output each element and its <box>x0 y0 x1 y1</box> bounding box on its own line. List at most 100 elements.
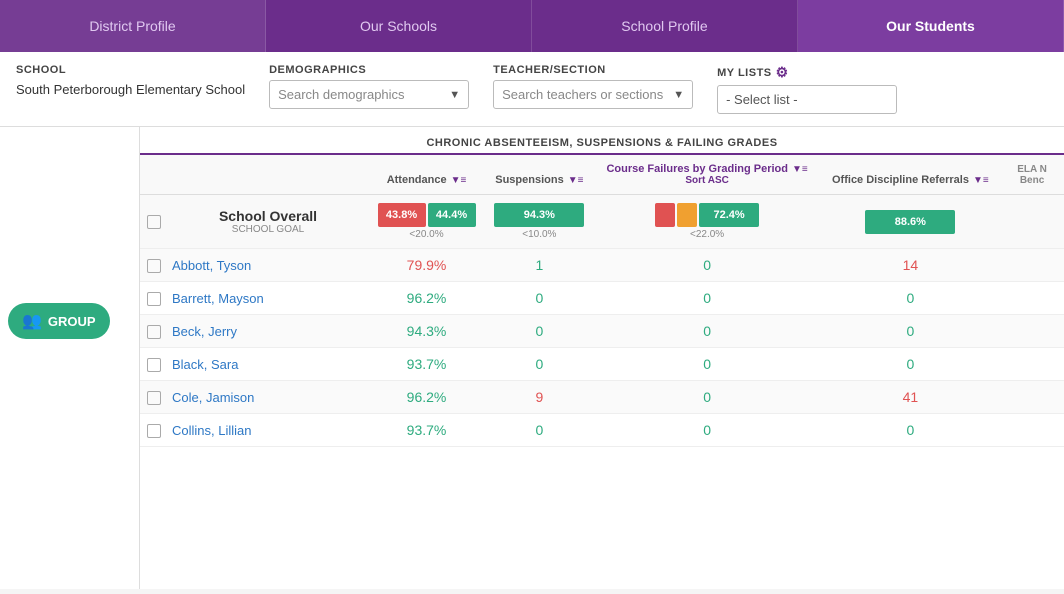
student-ela-cell <box>1000 282 1064 315</box>
school-overall-row: School Overall SCHOOL GOAL 43.8% 44.4% <… <box>140 195 1064 249</box>
student-cf-val: 0 <box>703 323 711 339</box>
student-cf-val: 0 <box>703 257 711 273</box>
student-attendance-cell: 79.9% <box>368 249 485 282</box>
attendance-filter-icon[interactable]: ▼≡ <box>451 175 467 186</box>
student-suspensions-val: 0 <box>535 290 543 306</box>
table-row: Beck, Jerry 94.3% 0 0 0 <box>140 315 1064 348</box>
demographics-select[interactable]: Search demographics ▼ <box>269 80 469 109</box>
student-office-val: 0 <box>906 290 914 306</box>
demographics-arrow-icon: ▼ <box>449 89 460 101</box>
table-row: Cole, Jamison 96.2% 9 0 41 <box>140 381 1064 414</box>
overall-sus-below: <10.0% <box>491 229 588 240</box>
section-header: CHRONIC ABSENTEEISM, SUSPENSIONS & FAILI… <box>140 127 1064 155</box>
student-cf-val: 0 <box>703 290 711 306</box>
student-name-cell[interactable]: Abbott, Tyson <box>168 249 368 282</box>
overall-cf-bar2 <box>677 203 697 227</box>
student-office-cell: 0 <box>821 414 1001 447</box>
sort-asc-label[interactable]: Sort ASC <box>600 175 815 186</box>
student-name-cell[interactable]: Collins, Lillian <box>168 414 368 447</box>
nav-item-school-profile[interactable]: School Profile <box>532 0 798 52</box>
student-suspensions-val: 1 <box>535 257 543 273</box>
gear-icon[interactable]: ⚙ <box>776 64 789 81</box>
nav-item-district-profile[interactable]: District Profile <box>0 0 266 52</box>
student-suspensions-cell: 0 <box>485 315 594 348</box>
student-attendance-cell: 93.7% <box>368 414 485 447</box>
col-course-failures: Course Failures by Grading Period ▼≡ Sor… <box>594 155 821 195</box>
overall-name: School Overall <box>174 208 362 224</box>
student-name-cell[interactable]: Black, Sara <box>168 348 368 381</box>
mylists-label: MY LISTS <box>717 67 772 79</box>
student-attendance-cell: 94.3% <box>368 315 485 348</box>
teacher-arrow-icon: ▼ <box>673 89 684 101</box>
demographics-filter-group: DEMOGRAPHICS Search demographics ▼ <box>269 64 469 109</box>
nav-item-our-schools[interactable]: Our Schools <box>266 0 532 52</box>
student-name-cell[interactable]: Barrett, Mayson <box>168 282 368 315</box>
overall-att-below: <20.0% <box>374 229 479 240</box>
teacher-filter-group: TEACHER/SECTION Search teachers or secti… <box>493 64 693 109</box>
overall-course-failures-cell: 72.4% <22.0% <box>594 195 821 249</box>
student-checkbox-5[interactable] <box>147 424 161 438</box>
student-course-failures-cell: 0 <box>594 315 821 348</box>
overall-checkbox[interactable] <box>147 215 161 229</box>
students-table: Attendance ▼≡ Suspensions ▼≡ Course Fail… <box>140 155 1064 447</box>
student-course-failures-cell: 0 <box>594 414 821 447</box>
student-checkbox-cell <box>140 348 168 381</box>
col-suspensions: Suspensions ▼≡ <box>485 155 594 195</box>
student-suspensions-cell: 1 <box>485 249 594 282</box>
overall-att-bar1: 43.8% <box>378 203 426 227</box>
student-suspensions-val: 0 <box>535 422 543 438</box>
overall-ela-cell <box>1000 195 1064 249</box>
student-checkbox-3[interactable] <box>147 358 161 372</box>
main-nav: District ProfileOur SchoolsSchool Profil… <box>0 0 1064 52</box>
student-attendance-cell: 96.2% <box>368 282 485 315</box>
mylists-select[interactable]: - Select list - <box>717 85 897 114</box>
student-office-cell: 0 <box>821 282 1001 315</box>
office-discipline-filter-icon[interactable]: ▼≡ <box>973 175 989 186</box>
student-checkbox-0[interactable] <box>147 259 161 273</box>
student-checkbox-cell <box>140 381 168 414</box>
table-row: Barrett, Mayson 96.2% 0 0 0 <box>140 282 1064 315</box>
student-attendance-val: 96.2% <box>407 389 447 405</box>
overall-cf-bar1 <box>655 203 675 227</box>
table-row: Black, Sara 93.7% 0 0 0 <box>140 348 1064 381</box>
nav-item-our-students[interactable]: Our Students <box>798 0 1064 52</box>
mylists-label-row: MY LISTS ⚙ <box>717 64 897 81</box>
overall-cf-bars: 72.4% <box>600 203 815 227</box>
col-checkbox <box>140 155 168 195</box>
student-ela-cell <box>1000 315 1064 348</box>
student-course-failures-cell: 0 <box>594 249 821 282</box>
table-row: Collins, Lillian 93.7% 0 0 0 <box>140 414 1064 447</box>
student-suspensions-val: 0 <box>535 356 543 372</box>
student-suspensions-cell: 0 <box>485 348 594 381</box>
student-course-failures-cell: 0 <box>594 381 821 414</box>
student-suspensions-cell: 9 <box>485 381 594 414</box>
student-checkbox-1[interactable] <box>147 292 161 306</box>
student-name-cell[interactable]: Cole, Jamison <box>168 381 368 414</box>
student-office-cell: 41 <box>821 381 1001 414</box>
student-checkbox-cell <box>140 315 168 348</box>
student-office-cell: 0 <box>821 348 1001 381</box>
student-name-cell[interactable]: Beck, Jerry <box>168 315 368 348</box>
group-button[interactable]: 👥 GROUP <box>8 303 110 339</box>
col-ela: ELA N Benc <box>1000 155 1064 195</box>
overall-office-cell: 88.6% <box>821 195 1001 249</box>
student-office-val: 14 <box>903 257 919 273</box>
student-ela-cell <box>1000 381 1064 414</box>
overall-suspensions-cell: 94.3% <10.0% <box>485 195 594 249</box>
student-attendance-cell: 96.2% <box>368 381 485 414</box>
student-checkbox-4[interactable] <box>147 391 161 405</box>
col-attendance: Attendance ▼≡ <box>368 155 485 195</box>
course-failures-filter-icon[interactable]: ▼≡ <box>792 164 808 175</box>
overall-name-cell: School Overall SCHOOL GOAL <box>168 195 368 249</box>
student-office-cell: 0 <box>821 315 1001 348</box>
student-office-val: 0 <box>906 422 914 438</box>
student-checkbox-2[interactable] <box>147 325 161 339</box>
student-attendance-val: 94.3% <box>407 323 447 339</box>
student-course-failures-cell: 0 <box>594 348 821 381</box>
teacher-label: TEACHER/SECTION <box>493 64 693 76</box>
student-ela-cell <box>1000 414 1064 447</box>
suspensions-filter-icon[interactable]: ▼≡ <box>568 175 584 186</box>
student-checkbox-cell <box>140 282 168 315</box>
teacher-select[interactable]: Search teachers or sections ▼ <box>493 80 693 109</box>
student-suspensions-val: 0 <box>535 323 543 339</box>
